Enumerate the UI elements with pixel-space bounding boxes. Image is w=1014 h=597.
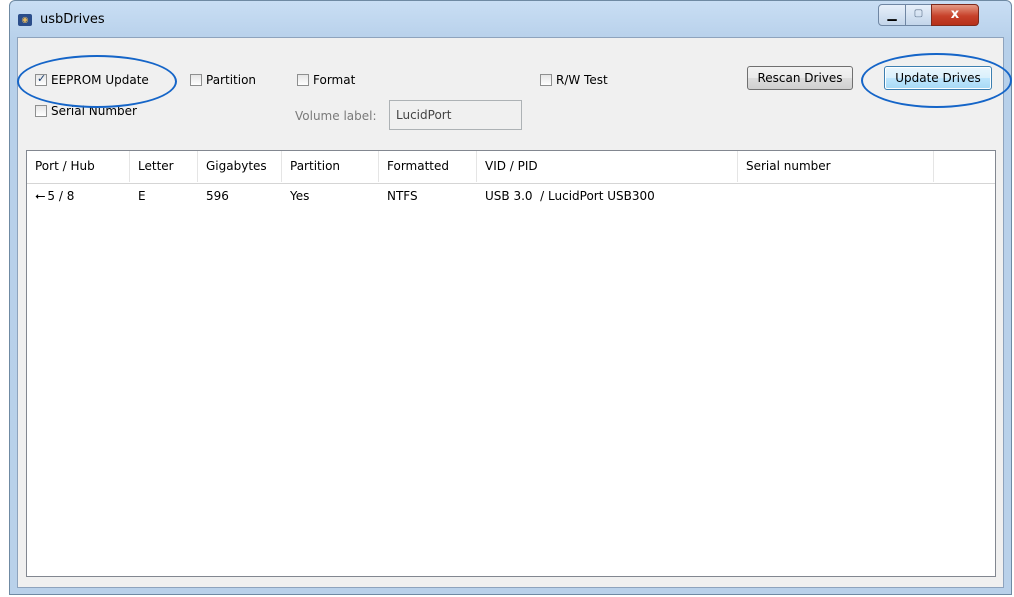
minimize-icon: ▁ <box>887 7 897 21</box>
usb-icon: ⭠ <box>35 189 46 204</box>
column-header-gigabytes[interactable]: Gigabytes <box>198 151 282 182</box>
app-icon: ◉ <box>18 14 32 26</box>
maximize-button[interactable]: ▢ <box>905 4 932 26</box>
checkbox-checked-icon <box>35 72 47 86</box>
column-header-serial-number[interactable]: Serial number <box>738 151 934 182</box>
column-header-letter[interactable]: Letter <box>130 151 198 182</box>
drives-list[interactable]: Port / Hub Letter Gigabytes Partition Fo… <box>26 150 996 577</box>
serial-number-checkbox[interactable]: Serial Number <box>35 104 137 118</box>
eeprom-update-label: EEPROM Update <box>51 73 149 87</box>
partition-label: Partition <box>206 73 257 87</box>
volume-label-input[interactable] <box>389 100 522 130</box>
cell-letter: E <box>138 189 146 203</box>
cell-vid-pid: USB 3.0 / LucidPort USB300 <box>485 189 655 203</box>
table-row[interactable]: ⭠ 5 / 8 E 596 Yes NTFS USB 3.0 / LucidPor… <box>27 183 995 209</box>
update-drives-button[interactable]: Update Drives <box>884 66 992 90</box>
checkbox-unchecked-icon <box>540 74 552 86</box>
list-header: Port / Hub Letter Gigabytes Partition Fo… <box>27 151 995 184</box>
rw-test-checkbox[interactable]: R/W Test <box>540 73 608 87</box>
cell-gigabytes: 596 <box>206 189 229 203</box>
column-header-filler <box>934 151 995 182</box>
port-hub-value: 5 / 8 <box>47 189 75 203</box>
volume-label-caption: Volume label: <box>295 109 377 123</box>
checkbox-unchecked-icon <box>190 74 202 86</box>
checkbox-unchecked-icon <box>35 105 47 117</box>
eeprom-update-checkbox[interactable]: EEPROM Update <box>35 72 149 87</box>
close-icon: x <box>950 7 960 22</box>
minimize-button[interactable]: ▁ <box>878 4 906 26</box>
format-label: Format <box>313 73 356 87</box>
cell-formatted: NTFS <box>387 189 418 203</box>
column-header-vid-pid[interactable]: VID / PID <box>477 151 738 182</box>
cell-port-hub: ⭠ 5 / 8 <box>27 183 130 209</box>
maximize-icon: ▢ <box>913 8 924 19</box>
cell-partition: Yes <box>290 189 310 203</box>
column-header-partition[interactable]: Partition <box>282 151 379 182</box>
checkbox-unchecked-icon <box>297 74 309 86</box>
title-bar[interactable]: ◉ usbDrives ▁ ▢ x <box>10 1 1011 37</box>
partition-checkbox[interactable]: Partition <box>190 73 256 87</box>
cell-serial-number <box>738 183 934 209</box>
window-title: usbDrives <box>40 12 105 27</box>
rw-test-label: R/W Test <box>556 73 608 87</box>
rescan-drives-button[interactable]: Rescan Drives <box>747 66 853 90</box>
serial-number-label: Serial Number <box>51 104 137 118</box>
column-header-port-hub[interactable]: Port / Hub <box>27 151 130 182</box>
format-checkbox[interactable]: Format <box>297 73 355 87</box>
close-button[interactable]: x <box>931 4 979 26</box>
column-header-formatted[interactable]: Formatted <box>379 151 477 182</box>
